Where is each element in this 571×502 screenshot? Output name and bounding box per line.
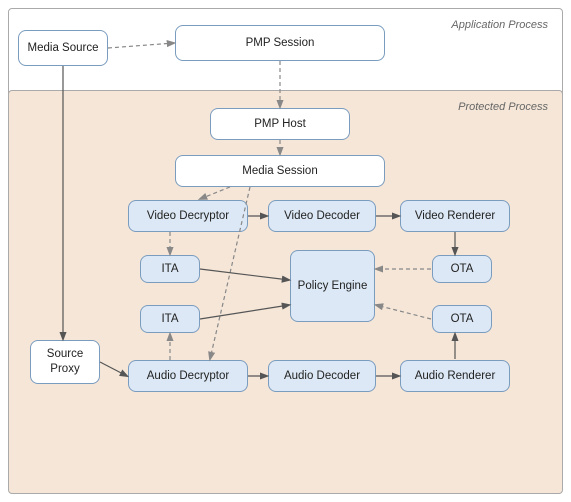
ota-top-box: OTA [432, 255, 492, 283]
ota-bottom-box: OTA [432, 305, 492, 333]
ita-bottom-box: ITA [140, 305, 200, 333]
ita-top-box: ITA [140, 255, 200, 283]
media-source-box: Media Source [18, 30, 108, 66]
audio-renderer-box: Audio Renderer [400, 360, 510, 392]
protected-process-region: Protected Process [8, 90, 563, 494]
audio-decryptor-box: Audio Decryptor [128, 360, 248, 392]
video-decryptor-box: Video Decryptor [128, 200, 248, 232]
app-process-label: Application Process [451, 19, 548, 31]
media-session-box: Media Session [175, 155, 385, 187]
pmp-host-box: PMP Host [210, 108, 350, 140]
pmp-session-box: PMP Session [175, 25, 385, 61]
audio-decoder-box: Audio Decoder [268, 360, 376, 392]
source-proxy-box: Source Proxy [30, 340, 100, 384]
policy-engine-box: Policy Engine [290, 250, 375, 322]
video-decoder-box: Video Decoder [268, 200, 376, 232]
diagram-container: Application Process Protected Process Me… [0, 0, 571, 502]
video-renderer-box: Video Renderer [400, 200, 510, 232]
protected-process-label: Protected Process [458, 101, 548, 113]
